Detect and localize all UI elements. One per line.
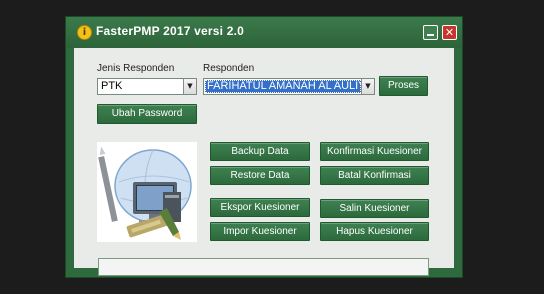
minimize-button[interactable] [423, 25, 438, 40]
ubah-password-button[interactable]: Ubah Password [97, 104, 197, 124]
jenis-responden-label: Jenis Responden [97, 63, 175, 74]
jenis-responden-value: PTK [101, 80, 123, 92]
info-icon: i [77, 25, 92, 40]
hapus-kuesioner-button[interactable]: Hapus Kuesioner [320, 222, 429, 241]
backup-data-button[interactable]: Backup Data [210, 142, 310, 161]
proses-button[interactable]: Proses [379, 76, 428, 96]
impor-kuesioner-button[interactable]: Impor Kuesioner [210, 222, 310, 241]
dropdown-arrow-icon[interactable]: ▼ [361, 79, 374, 94]
salin-kuesioner-button[interactable]: Salin Kuesioner [320, 199, 429, 218]
responden-label: Responden [203, 63, 255, 74]
client-area: Jenis Responden PTK ▼ Responden FARIHATU… [74, 48, 454, 276]
close-icon: ✕ [444, 26, 455, 39]
jenis-responden-select[interactable]: PTK ▼ [97, 78, 197, 95]
window-title: FasterPMP 2017 versi 2.0 [96, 24, 245, 38]
progress-bar [98, 258, 429, 276]
app-window: i FasterPMP 2017 versi 2.0 ✕ Jenis Respo… [65, 16, 463, 278]
responden-select[interactable]: FARIHATUL AMANAH AL AULIY ▼ [203, 78, 375, 95]
minimize-icon [427, 34, 434, 36]
computer-illustration-icon [98, 146, 192, 240]
app-illustration [97, 142, 197, 242]
close-button[interactable]: ✕ [442, 25, 457, 40]
dropdown-arrow-icon[interactable]: ▼ [183, 79, 196, 94]
restore-data-button[interactable]: Restore Data [210, 166, 310, 185]
responden-value: FARIHATUL AMANAH AL AULIY [205, 80, 361, 93]
title-bar[interactable]: i FasterPMP 2017 versi 2.0 ✕ [66, 17, 462, 48]
batal-konfirmasi-button[interactable]: Batal Konfirmasi [320, 166, 429, 185]
konfirmasi-kuesioner-button[interactable]: Konfirmasi Kuesioner [320, 142, 429, 161]
ekspor-kuesioner-button[interactable]: Ekspor Kuesioner [210, 198, 310, 217]
